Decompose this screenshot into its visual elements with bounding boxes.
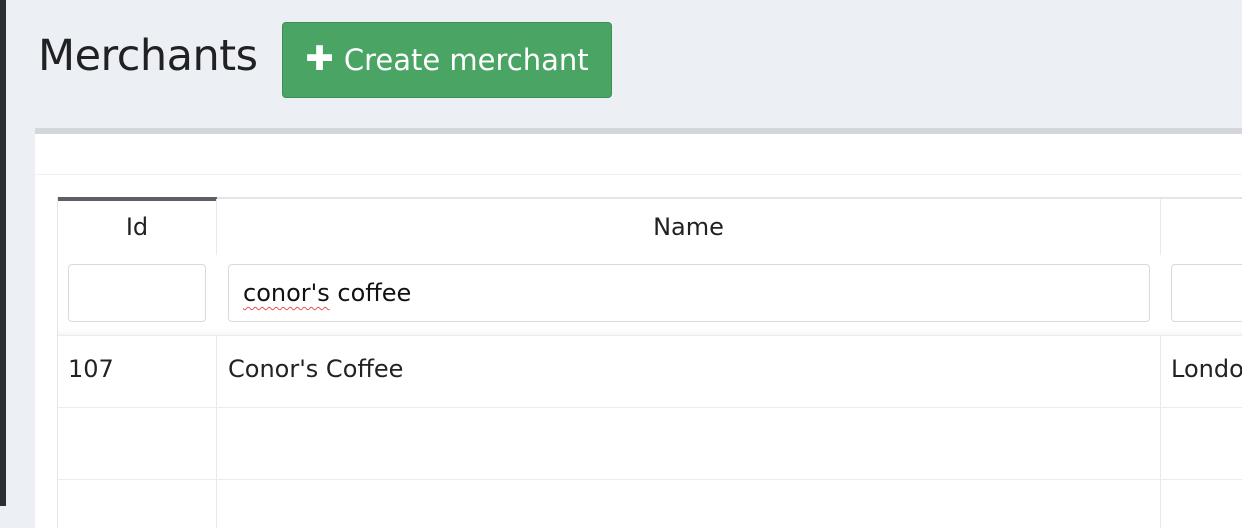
- column-header-id[interactable]: Id: [58, 201, 216, 253]
- column-header-location[interactable]: [1161, 201, 1242, 253]
- create-merchant-label: Create merchant: [343, 43, 589, 77]
- plus-icon: ✚: [305, 38, 334, 79]
- row-divider: [58, 407, 1242, 408]
- page-title: Merchants: [38, 31, 258, 81]
- panel-divider: [35, 174, 1242, 175]
- column-header-name[interactable]: Name: [217, 201, 1160, 253]
- create-merchant-button[interactable]: ✚ Create merchant: [282, 22, 612, 98]
- merchants-panel: Id Name conor's coffee 107 Conor's Coffe…: [35, 128, 1242, 528]
- sidebar-edge: [0, 0, 6, 506]
- cell-name: Conor's Coffee: [228, 355, 404, 383]
- merchants-table: Id Name conor's coffee 107 Conor's Coffe…: [57, 197, 1242, 528]
- misspelled-word: conor's: [243, 279, 330, 307]
- id-filter-input[interactable]: [68, 264, 206, 322]
- row-divider: [58, 335, 1242, 336]
- row-divider: [58, 479, 1242, 480]
- filter-row: conor's coffee: [58, 255, 1242, 335]
- location-filter-input[interactable]: [1171, 264, 1242, 322]
- cell-id: 107: [68, 355, 114, 383]
- name-filter-input[interactable]: conor's coffee: [228, 264, 1150, 322]
- filter-text: coffee: [329, 279, 412, 307]
- cell-location: Londo: [1171, 355, 1242, 383]
